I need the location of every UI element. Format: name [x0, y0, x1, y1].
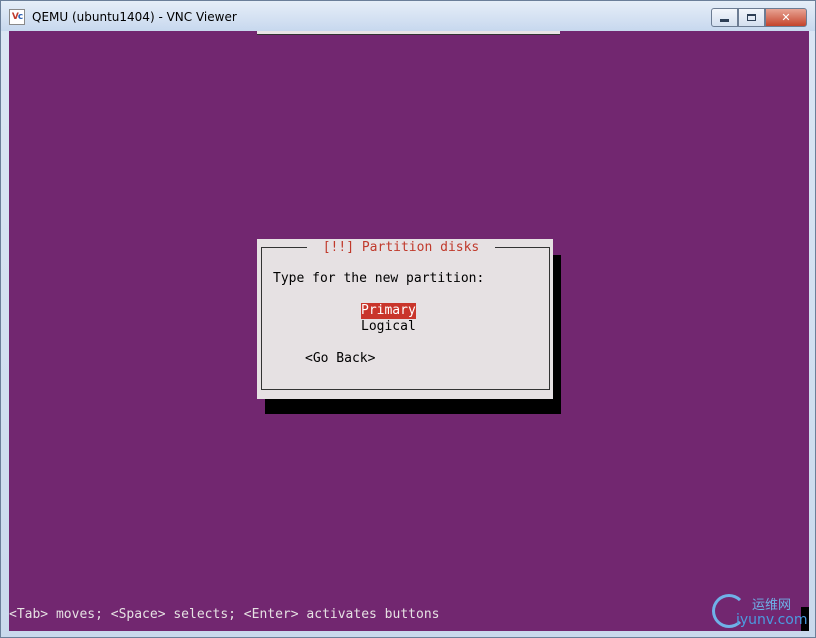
minimize-button[interactable]	[711, 8, 738, 27]
minimize-icon	[720, 19, 729, 22]
background-window-edge	[257, 31, 560, 35]
close-icon: ✕	[781, 11, 791, 24]
watermark: 运维网 iyunv.com	[708, 590, 812, 634]
vnc-console-screen[interactable]: [!!] Partition disks Type for the new pa…	[9, 31, 809, 631]
window-title: QEMU (ubuntu1404) - VNC Viewer	[32, 10, 237, 24]
window-controls: ✕	[711, 8, 807, 27]
maximize-icon	[747, 14, 756, 21]
close-button[interactable]: ✕	[765, 8, 807, 27]
vnc-viewer-window: Vc QEMU (ubuntu1404) - VNC Viewer ✕ [!!]…	[0, 0, 816, 638]
option-logical[interactable]: Logical	[361, 319, 416, 335]
watermark-chinese-text: 运维网	[752, 598, 792, 613]
vnc-app-icon[interactable]: Vc	[9, 9, 25, 25]
dialog-title: [!!] Partition disks	[307, 239, 495, 256]
partition-dialog: [!!] Partition disks Type for the new pa…	[257, 239, 553, 399]
watermark-domain: iyunv.com	[736, 612, 808, 628]
option-primary[interactable]: Primary	[361, 303, 416, 319]
status-help-line: <Tab> moves; <Space> selects; <Enter> ac…	[9, 607, 440, 622]
go-back-button[interactable]: <Go Back>	[305, 351, 375, 367]
maximize-button[interactable]	[738, 8, 765, 27]
title-bar[interactable]: Vc QEMU (ubuntu1404) - VNC Viewer ✕	[1, 1, 815, 31]
dialog-prompt: Type for the new partition:	[273, 271, 485, 286]
